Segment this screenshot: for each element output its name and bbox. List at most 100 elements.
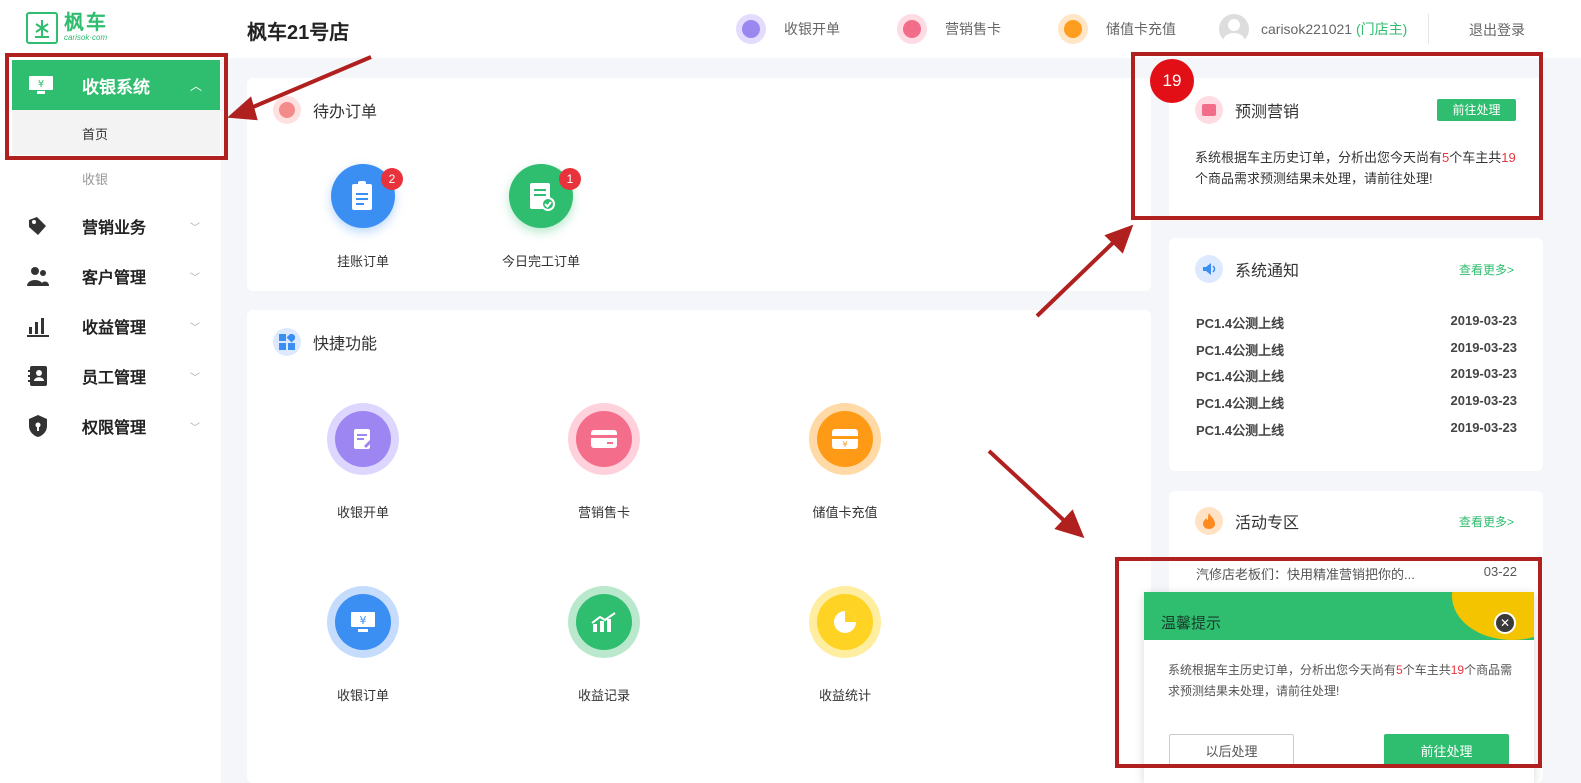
chevron-up-icon: ︿ [189,78,202,93]
monitor-yuan-icon: ¥ [351,612,375,632]
quick-sell-card-button[interactable] [568,403,640,475]
menu-marketing[interactable]: 营销业务 ﹀ [0,206,220,246]
quick-sell-card-label: 营销售卡 [577,505,630,520]
popup-title: 温馨提示 [1161,615,1222,632]
top-header: 枫车21号店 收银开单 营销售卡 储值卡充值 carisok221021 (门店… [221,0,1581,58]
chevron-down-icon: ﹀ [190,372,200,384]
clock-icon [273,96,301,124]
avatar [1219,14,1249,44]
store-title: 枫车21号店 [247,22,350,44]
submenu-home[interactable]: 首页 [12,110,220,155]
menu-permissions[interactable]: 权限管理 ﹀ [0,406,220,446]
menu-revenue[interactable]: 收益管理 ﹀ [0,306,220,346]
chevron-down-icon: ﹀ [190,322,200,334]
completed-orders-label: 今日完工订单 [501,254,580,269]
close-icon[interactable]: ✕ [1494,612,1516,634]
notice-row[interactable]: PC1.4公测上线 2019-03-23 [1196,393,1517,412]
id-card-icon [28,366,47,386]
wallet-icon [1058,14,1088,44]
chevron-down-icon: ﹀ [190,272,200,284]
activity-more-link[interactable]: 查看更多> [1459,513,1514,530]
quick-recharge-label: 储值卡充值 [812,505,878,520]
gift-icon [1195,96,1223,124]
popup-decoration [1452,592,1534,640]
fire-icon [1195,507,1223,535]
forecast-marketing-card: 预测营销 前往处理 系统根据车主历史订单，分析出您今天尚有5个车主共19个商品需… [1169,78,1543,218]
quick-cashier-orders-label: 收银订单 [336,688,389,703]
svg-text:¥: ¥ [38,79,44,90]
header-sell-card-button[interactable]: 营销售卡 [897,12,1001,46]
notice-row[interactable]: PC1.4公测上线 2019-03-23 [1196,420,1517,439]
card-icon [591,430,617,448]
menu-cashier-label: 收银系统 [82,77,150,97]
shield-lock-icon [29,415,47,437]
quick-revenue-stats-label: 收益统计 [818,688,871,703]
notice-row[interactable]: PC1.4公测上线 2019-03-23 [1196,340,1517,359]
speaker-icon [1195,255,1223,283]
quick-revenue-records-label: 收益记录 [577,688,630,703]
completed-orders-count-badge: 1 [559,168,581,190]
credit-orders-label: 挂账订单 [336,254,389,269]
checked-document-icon [530,183,555,211]
bar-chart-icon [27,318,49,337]
notice-row[interactable]: PC1.4公测上线 2019-03-23 [1196,366,1517,385]
windmill-logo-icon [26,12,58,44]
logout-button[interactable]: 退出登录 [1469,20,1525,40]
user-name: carisok221021 [1261,21,1353,37]
popup-header: 温馨提示 ✕ [1144,592,1534,640]
annotation-count-badge: 19 [1150,59,1194,103]
notice-row[interactable]: PC1.4公测上线 2019-03-23 [1196,313,1517,332]
cashier-order-icon [736,14,766,44]
credit-orders-count-badge: 2 [381,168,403,190]
later-button[interactable]: 以后处理 [1169,734,1294,766]
tip-popup: 温馨提示 ✕ 系统根据车主历史订单，分析出您今天尚有5个车主共19个商品需求预测… [1144,592,1534,783]
quick-cashier-order-button[interactable] [327,403,399,475]
forecast-title: 预测营销 [1235,104,1300,121]
grid-icon [273,328,301,356]
user-role: (门店主) [1355,21,1408,37]
brand-logo[interactable]: 枫车 carisok·com [26,12,108,44]
tags-icon [29,217,46,235]
go-handle-button[interactable]: 前往处理 [1384,734,1509,766]
quick-functions-card: 快捷功能 收银开单 营销售卡 ¥ 储值卡充值 ¥ 收银订单 收益记录 收益统计 [247,310,1151,783]
popup-message: 系统根据车主历史订单，分析出您今天尚有5个车主共19个商品需求预测结果未处理，请… [1168,663,1513,698]
sidebar: 枫车 carisok·com ¥ 收银系统 ︿ 首页 收银 营销业务 ﹀ 客户管… [0,0,221,783]
svg-text:¥: ¥ [360,614,367,627]
forecast-go-button[interactable]: 前往处理 [1437,99,1516,121]
system-notice-card: 系统通知 查看更多> PC1.4公测上线 2019-03-23 PC1.4公测上线… [1169,238,1543,471]
menu-customers[interactable]: 客户管理 ﹀ [0,256,220,296]
header-recharge-button[interactable]: 储值卡充值 [1058,12,1176,46]
quick-recharge-button[interactable]: ¥ [809,403,881,475]
users-icon [27,267,49,286]
card-icon [897,14,927,44]
forecast-description: 系统根据车主历史订单，分析出您今天尚有5个车主共19个商品需求预测结果未处理，请… [1195,150,1516,186]
clipboard-icon [352,181,372,210]
submenu-cashier[interactable]: 收银 [82,169,108,188]
quick-cashier-order-label: 收银开单 [336,505,389,520]
system-notice-title: 系统通知 [1235,263,1300,280]
menu-cashier-system[interactable]: ¥ 收银系统 ︿ [12,60,220,110]
pie-chart-icon [834,611,856,633]
chevron-down-icon: ﹀ [190,222,200,234]
pending-orders-card: 待办订单 2 挂账订单 1 今日完工订单 [247,78,1151,291]
brand-name: 枫车 [64,12,108,34]
header-divider [1428,14,1429,44]
trend-chart-icon [591,612,616,632]
quick-revenue-stats-button[interactable] [809,586,881,658]
menu-staff[interactable]: 员工管理 ﹀ [0,356,220,396]
notice-more-link[interactable]: 查看更多> [1459,261,1514,278]
pending-orders-title: 待办订单 [313,104,378,121]
chevron-down-icon: ﹀ [190,422,200,434]
wallet-icon: ¥ [832,429,858,449]
svg-text:¥: ¥ [842,440,847,449]
header-user[interactable]: carisok221021 (门店主) [1219,12,1407,46]
edit-document-icon [354,429,375,449]
activity-title: 活动专区 [1235,515,1300,532]
activity-row[interactable]: 汽修店老板们：快用精准营销把你的... 03-22 [1196,564,1517,583]
brand-domain: carisok·com [64,33,108,42]
quick-functions-title: 快捷功能 [313,336,378,353]
quick-cashier-orders-button[interactable]: ¥ [327,586,399,658]
quick-revenue-records-button[interactable] [568,586,640,658]
header-cashier-order-button[interactable]: 收银开单 [736,12,840,46]
monitor-yuan-icon: ¥ [29,76,53,94]
